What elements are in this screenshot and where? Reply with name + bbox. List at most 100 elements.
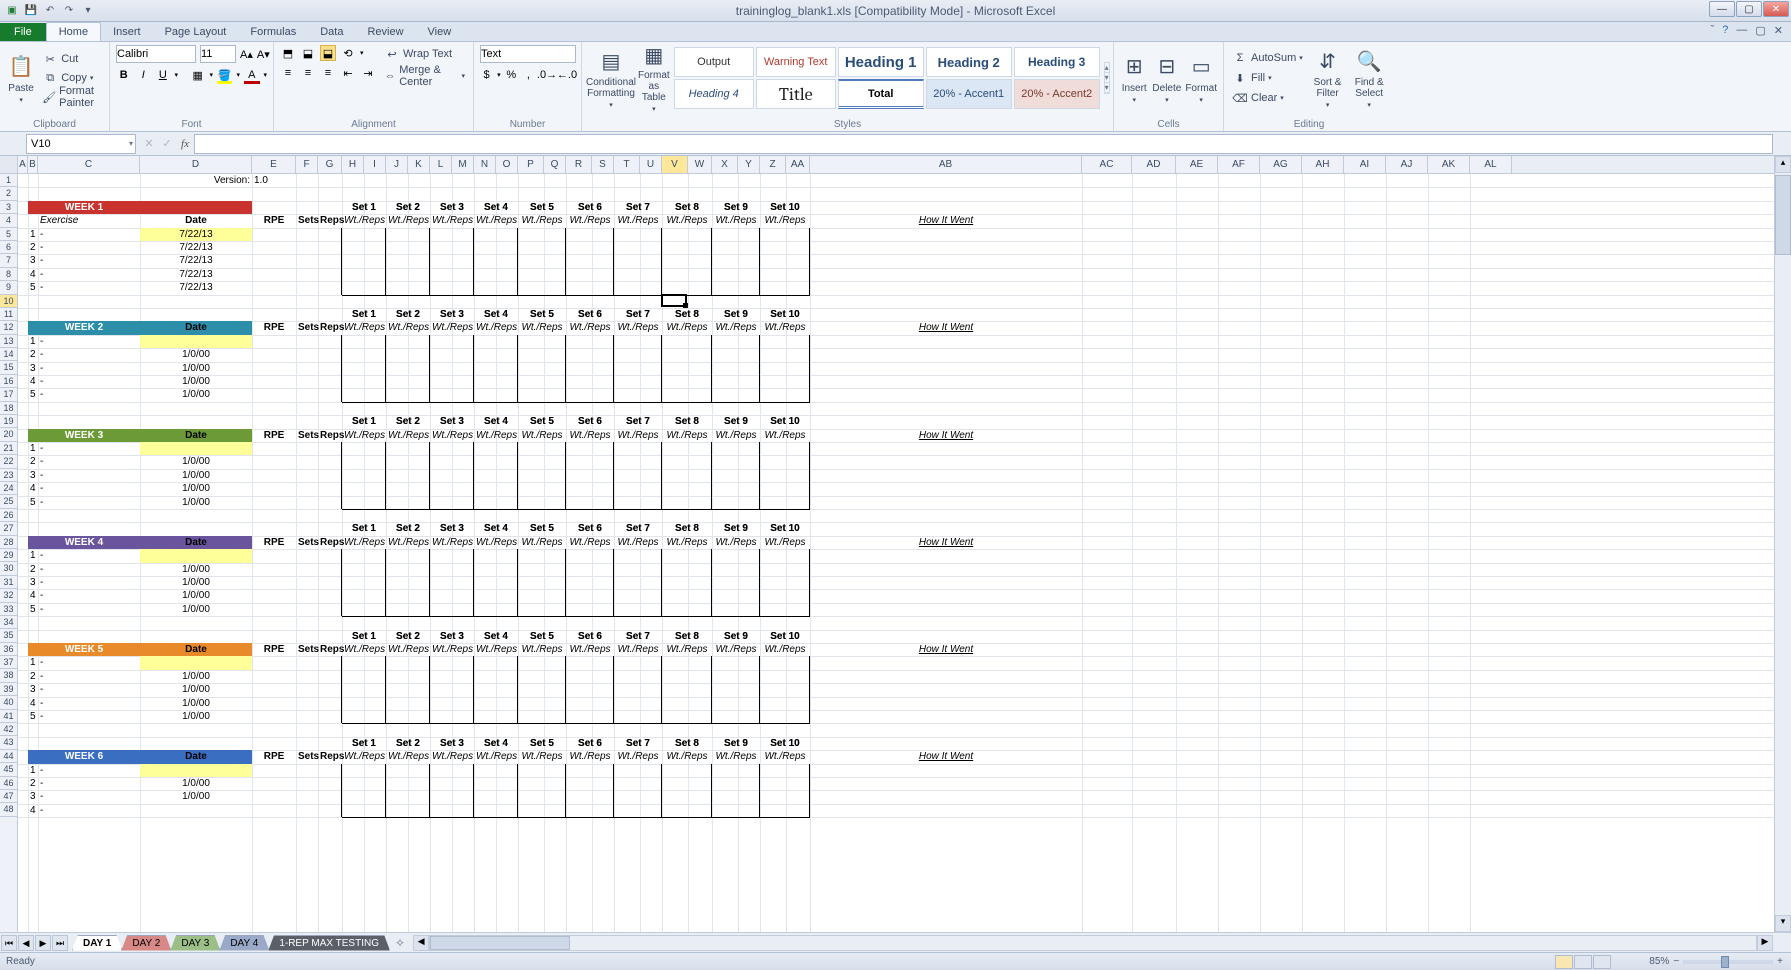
cell-J3[interactable]: Set 2 bbox=[386, 201, 430, 214]
merge-center-button[interactable]: ⇔Merge & Center▾ bbox=[382, 67, 467, 85]
cell-J20[interactable]: Wt./Reps bbox=[386, 429, 430, 442]
cell-C23[interactable]: - bbox=[38, 469, 140, 482]
row-header-14[interactable]: 14 bbox=[0, 348, 17, 361]
cell-B14[interactable]: 2 bbox=[28, 348, 38, 361]
maximize-button[interactable]: ▢ bbox=[1736, 1, 1762, 17]
cell-P35[interactable]: Set 5 bbox=[518, 630, 566, 643]
cell-N28[interactable]: Wt./Reps bbox=[474, 536, 518, 549]
cell-L20[interactable]: Wt./Reps bbox=[430, 429, 474, 442]
cell-V44[interactable]: Wt./Reps bbox=[662, 750, 712, 763]
cell-D48[interactable] bbox=[140, 804, 252, 817]
cell-T3[interactable]: Set 7 bbox=[614, 201, 662, 214]
cell-D16[interactable]: 1/0/00 bbox=[140, 375, 252, 388]
cell-C29[interactable]: - bbox=[38, 549, 140, 562]
cell-B20[interactable]: WEEK 3 bbox=[28, 429, 140, 442]
cell-H20[interactable]: Wt./Reps bbox=[342, 429, 386, 442]
help-icon[interactable]: ? bbox=[1722, 24, 1728, 37]
cell-B41[interactable]: 5 bbox=[28, 710, 38, 723]
row-header-7[interactable]: 7 bbox=[0, 254, 17, 267]
cell-C9[interactable]: - bbox=[38, 281, 140, 294]
cell-X20[interactable]: Wt./Reps bbox=[712, 429, 760, 442]
cell-P4[interactable]: Wt./Reps bbox=[518, 214, 566, 227]
cell-V28[interactable]: Wt./Reps bbox=[662, 536, 712, 549]
cell-D23[interactable]: 1/0/00 bbox=[140, 469, 252, 482]
col-header-AL[interactable]: AL bbox=[1470, 156, 1512, 173]
cell-B39[interactable]: 3 bbox=[28, 683, 38, 696]
col-header-N[interactable]: N bbox=[474, 156, 496, 173]
cell-J36[interactable]: Wt./Reps bbox=[386, 643, 430, 656]
view-page-break-button[interactable] bbox=[1593, 955, 1611, 969]
row-header-46[interactable]: 46 bbox=[0, 777, 17, 790]
col-header-I[interactable]: I bbox=[364, 156, 386, 173]
minimize-button[interactable]: — bbox=[1709, 1, 1735, 17]
cell-R19[interactable]: Set 6 bbox=[566, 415, 614, 428]
row-header-37[interactable]: 37 bbox=[0, 656, 17, 669]
cell-X44[interactable]: Wt./Reps bbox=[712, 750, 760, 763]
row-header-23[interactable]: 23 bbox=[0, 469, 17, 482]
row-header-25[interactable]: 25 bbox=[0, 495, 17, 508]
autosum-button[interactable]: ΣAutoSum▾ bbox=[1230, 49, 1305, 67]
row-header-32[interactable]: 32 bbox=[0, 589, 17, 602]
sheet-tab-day-2[interactable]: DAY 2 bbox=[121, 935, 171, 951]
tab-insert[interactable]: Insert bbox=[101, 23, 153, 41]
col-header-P[interactable]: P bbox=[518, 156, 544, 173]
cell-P44[interactable]: Wt./Reps bbox=[518, 750, 566, 763]
cell-L44[interactable]: Wt./Reps bbox=[430, 750, 474, 763]
cell-N3[interactable]: Set 4 bbox=[474, 201, 518, 214]
cell-B32[interactable]: 4 bbox=[28, 589, 38, 602]
select-all-button[interactable] bbox=[0, 156, 18, 173]
row-header-20[interactable]: 20 bbox=[0, 428, 17, 441]
cell-X35[interactable]: Set 9 bbox=[712, 630, 760, 643]
horizontal-scrollbar[interactable]: ◀ ▶ bbox=[413, 935, 1773, 951]
scroll-right-icon[interactable]: ▶ bbox=[1757, 935, 1773, 951]
cell-Z28[interactable]: Wt./Reps bbox=[760, 536, 810, 549]
style-heading4[interactable]: Heading 4 bbox=[674, 79, 754, 109]
style-heading2[interactable]: Heading 2 bbox=[926, 47, 1012, 77]
tab-page-layout[interactable]: Page Layout bbox=[153, 23, 239, 41]
col-header-D[interactable]: D bbox=[140, 156, 252, 173]
cell-AB20[interactable]: How It Went bbox=[810, 429, 1082, 442]
col-header-AE[interactable]: AE bbox=[1176, 156, 1218, 173]
cell-X4[interactable]: Wt./Reps bbox=[712, 214, 760, 227]
row-header-9[interactable]: 9 bbox=[0, 281, 17, 294]
cell-V3[interactable]: Set 8 bbox=[662, 201, 712, 214]
cell-G12[interactable]: Reps bbox=[318, 321, 342, 334]
cell-D40[interactable]: 1/0/00 bbox=[140, 697, 252, 710]
save-icon[interactable]: 💾 bbox=[23, 3, 39, 19]
cell-AB12[interactable]: How It Went bbox=[810, 321, 1082, 334]
style-accent2[interactable]: 20% - Accent2 bbox=[1014, 79, 1100, 109]
col-header-K[interactable]: K bbox=[408, 156, 430, 173]
cell-L12[interactable]: Wt./Reps bbox=[430, 321, 474, 334]
column-headers[interactable]: ABCDEFGHIJKLMNOPQRSTUVWXYZAAABACADAEAFAG… bbox=[0, 156, 1774, 174]
cell-D44[interactable]: Date bbox=[140, 750, 252, 763]
row-header-33[interactable]: 33 bbox=[0, 603, 17, 616]
style-accent1[interactable]: 20% - Accent1 bbox=[926, 79, 1012, 109]
grid[interactable]: Version:1.0Set 1Set 2Set 3Set 4Set 5Set … bbox=[18, 174, 1774, 932]
row-header-22[interactable]: 22 bbox=[0, 455, 17, 468]
cell-N11[interactable]: Set 4 bbox=[474, 308, 518, 321]
col-header-V[interactable]: V bbox=[662, 156, 688, 173]
cell-R11[interactable]: Set 6 bbox=[566, 308, 614, 321]
col-header-AH[interactable]: AH bbox=[1302, 156, 1344, 173]
cell-C48[interactable]: - bbox=[38, 804, 140, 817]
col-header-F[interactable]: F bbox=[296, 156, 318, 173]
cell-N20[interactable]: Wt./Reps bbox=[474, 429, 518, 442]
cell-D21[interactable] bbox=[140, 442, 252, 455]
cell-N27[interactable]: Set 4 bbox=[474, 522, 518, 535]
row-headers[interactable]: 1234567891011121314151617181920212223242… bbox=[0, 174, 18, 932]
cell-C39[interactable]: - bbox=[38, 683, 140, 696]
align-left-icon[interactable]: ≡ bbox=[280, 65, 296, 81]
cell-C13[interactable]: - bbox=[38, 335, 140, 348]
cell-P19[interactable]: Set 5 bbox=[518, 415, 566, 428]
cell-B3[interactable]: WEEK 1 bbox=[28, 201, 140, 214]
view-page-layout-button[interactable] bbox=[1574, 955, 1592, 969]
cell-N36[interactable]: Wt./Reps bbox=[474, 643, 518, 656]
cell-D13[interactable] bbox=[140, 335, 252, 348]
cell-C45[interactable]: - bbox=[38, 764, 140, 777]
cell-L27[interactable]: Set 3 bbox=[430, 522, 474, 535]
cell-E12[interactable]: RPE bbox=[252, 321, 296, 334]
zoom-out-button[interactable]: − bbox=[1673, 956, 1679, 967]
col-header-X[interactable]: X bbox=[712, 156, 738, 173]
comma-icon[interactable]: , bbox=[522, 67, 535, 83]
border-button[interactable]: ▦ bbox=[190, 67, 206, 83]
